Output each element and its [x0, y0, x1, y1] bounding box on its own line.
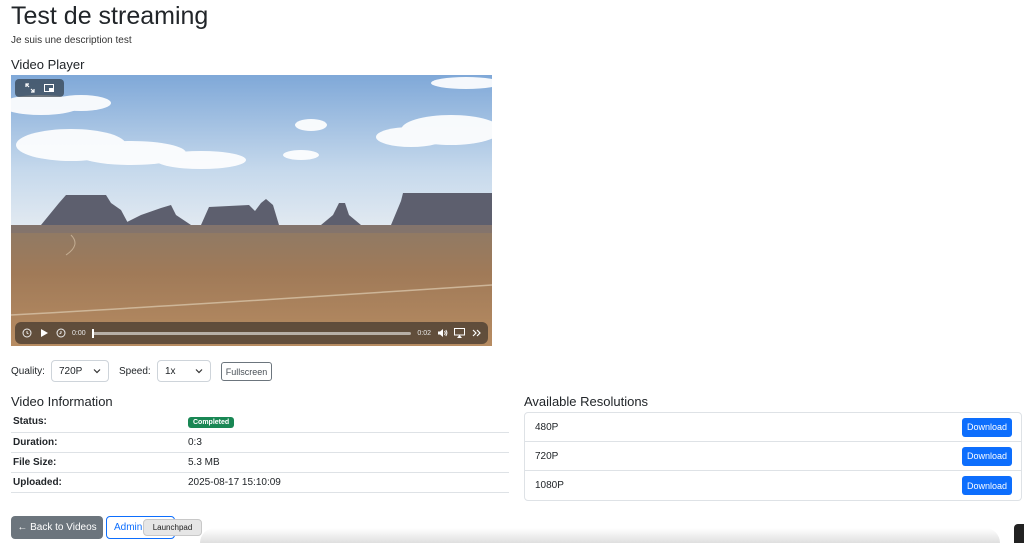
quality-label: Quality: — [11, 366, 45, 377]
seek-bar[interactable] — [91, 328, 412, 338]
resolutions-heading: Available Resolutions — [524, 394, 649, 409]
pip-icon[interactable] — [43, 82, 55, 94]
page-title: Test de streaming — [11, 2, 209, 30]
resolution-label: 1080P — [535, 480, 564, 491]
video-info-heading: Video Information — [11, 394, 113, 409]
seek-bar-handle[interactable] — [91, 328, 94, 338]
file-size-value: 5.3 MB — [186, 452, 509, 473]
status-badge: Completed — [188, 416, 235, 428]
uploaded-key: Uploaded: — [11, 472, 186, 493]
file-size-key: File Size: — [11, 452, 186, 473]
resolution-label: 720P — [535, 450, 559, 462]
quality-select[interactable]: 720P — [51, 360, 109, 382]
status-key: Status: — [11, 412, 186, 433]
forward-icon[interactable] — [55, 328, 66, 339]
resolutions-list: 480P Download 720P Download 1080P Downlo… — [524, 412, 1022, 501]
more-icon[interactable] — [471, 328, 482, 339]
list-item: 720P Download — [525, 442, 1021, 471]
duration-key: Duration: — [11, 432, 186, 453]
back-to-videos-button[interactable]: ← Back to Videos — [11, 516, 103, 539]
download-720p-button[interactable]: Download — [962, 446, 1012, 466]
video-top-controls — [15, 79, 64, 97]
list-item: 1080P Download — [525, 471, 1021, 500]
resolution-label: 480P — [535, 421, 559, 433]
dock-shadow — [200, 528, 1000, 543]
expand-icon[interactable] — [24, 82, 36, 94]
speed-select[interactable]: 1x — [157, 360, 211, 382]
corner-widget[interactable] — [1014, 524, 1024, 543]
table-row: Status: Completed — [11, 412, 509, 433]
video-info-table: Status: Completed Duration: 0:3 File Siz… — [11, 412, 509, 493]
airplay-icon[interactable] — [454, 328, 465, 339]
video-player-heading: Video Player — [11, 57, 85, 72]
chevron-down-icon — [195, 367, 203, 375]
launchpad-tooltip: Launchpad — [143, 519, 202, 536]
total-time: 0:02 — [417, 329, 431, 337]
quality-value: 720P — [59, 365, 83, 377]
table-row: File Size: 5.3 MB — [11, 452, 509, 473]
list-item: 480P Download — [525, 413, 1021, 442]
video-player[interactable]: 0:00 0:02 — [11, 75, 492, 346]
current-time: 0:00 — [72, 329, 86, 337]
video-frame — [11, 75, 492, 346]
table-row: Duration: 0:3 — [11, 432, 509, 453]
download-480p-button[interactable]: Download — [962, 417, 1012, 437]
duration-value: 0:3 — [186, 432, 509, 453]
volume-icon[interactable] — [437, 328, 448, 339]
video-control-bar: 0:00 0:02 — [15, 322, 488, 344]
page-description: Je suis une description test — [11, 35, 132, 46]
speed-label: Speed: — [119, 366, 151, 377]
uploaded-value: 2025-08-17 15:10:09 — [186, 472, 509, 493]
fullscreen-button[interactable]: Fullscreen — [221, 362, 272, 381]
rewind-icon[interactable] — [21, 328, 32, 339]
table-row: Uploaded: 2025-08-17 15:10:09 — [11, 472, 509, 493]
play-icon[interactable] — [38, 328, 49, 339]
speed-value: 1x — [165, 365, 176, 377]
chevron-down-icon — [93, 367, 101, 375]
download-1080p-button[interactable]: Download — [962, 476, 1012, 495]
